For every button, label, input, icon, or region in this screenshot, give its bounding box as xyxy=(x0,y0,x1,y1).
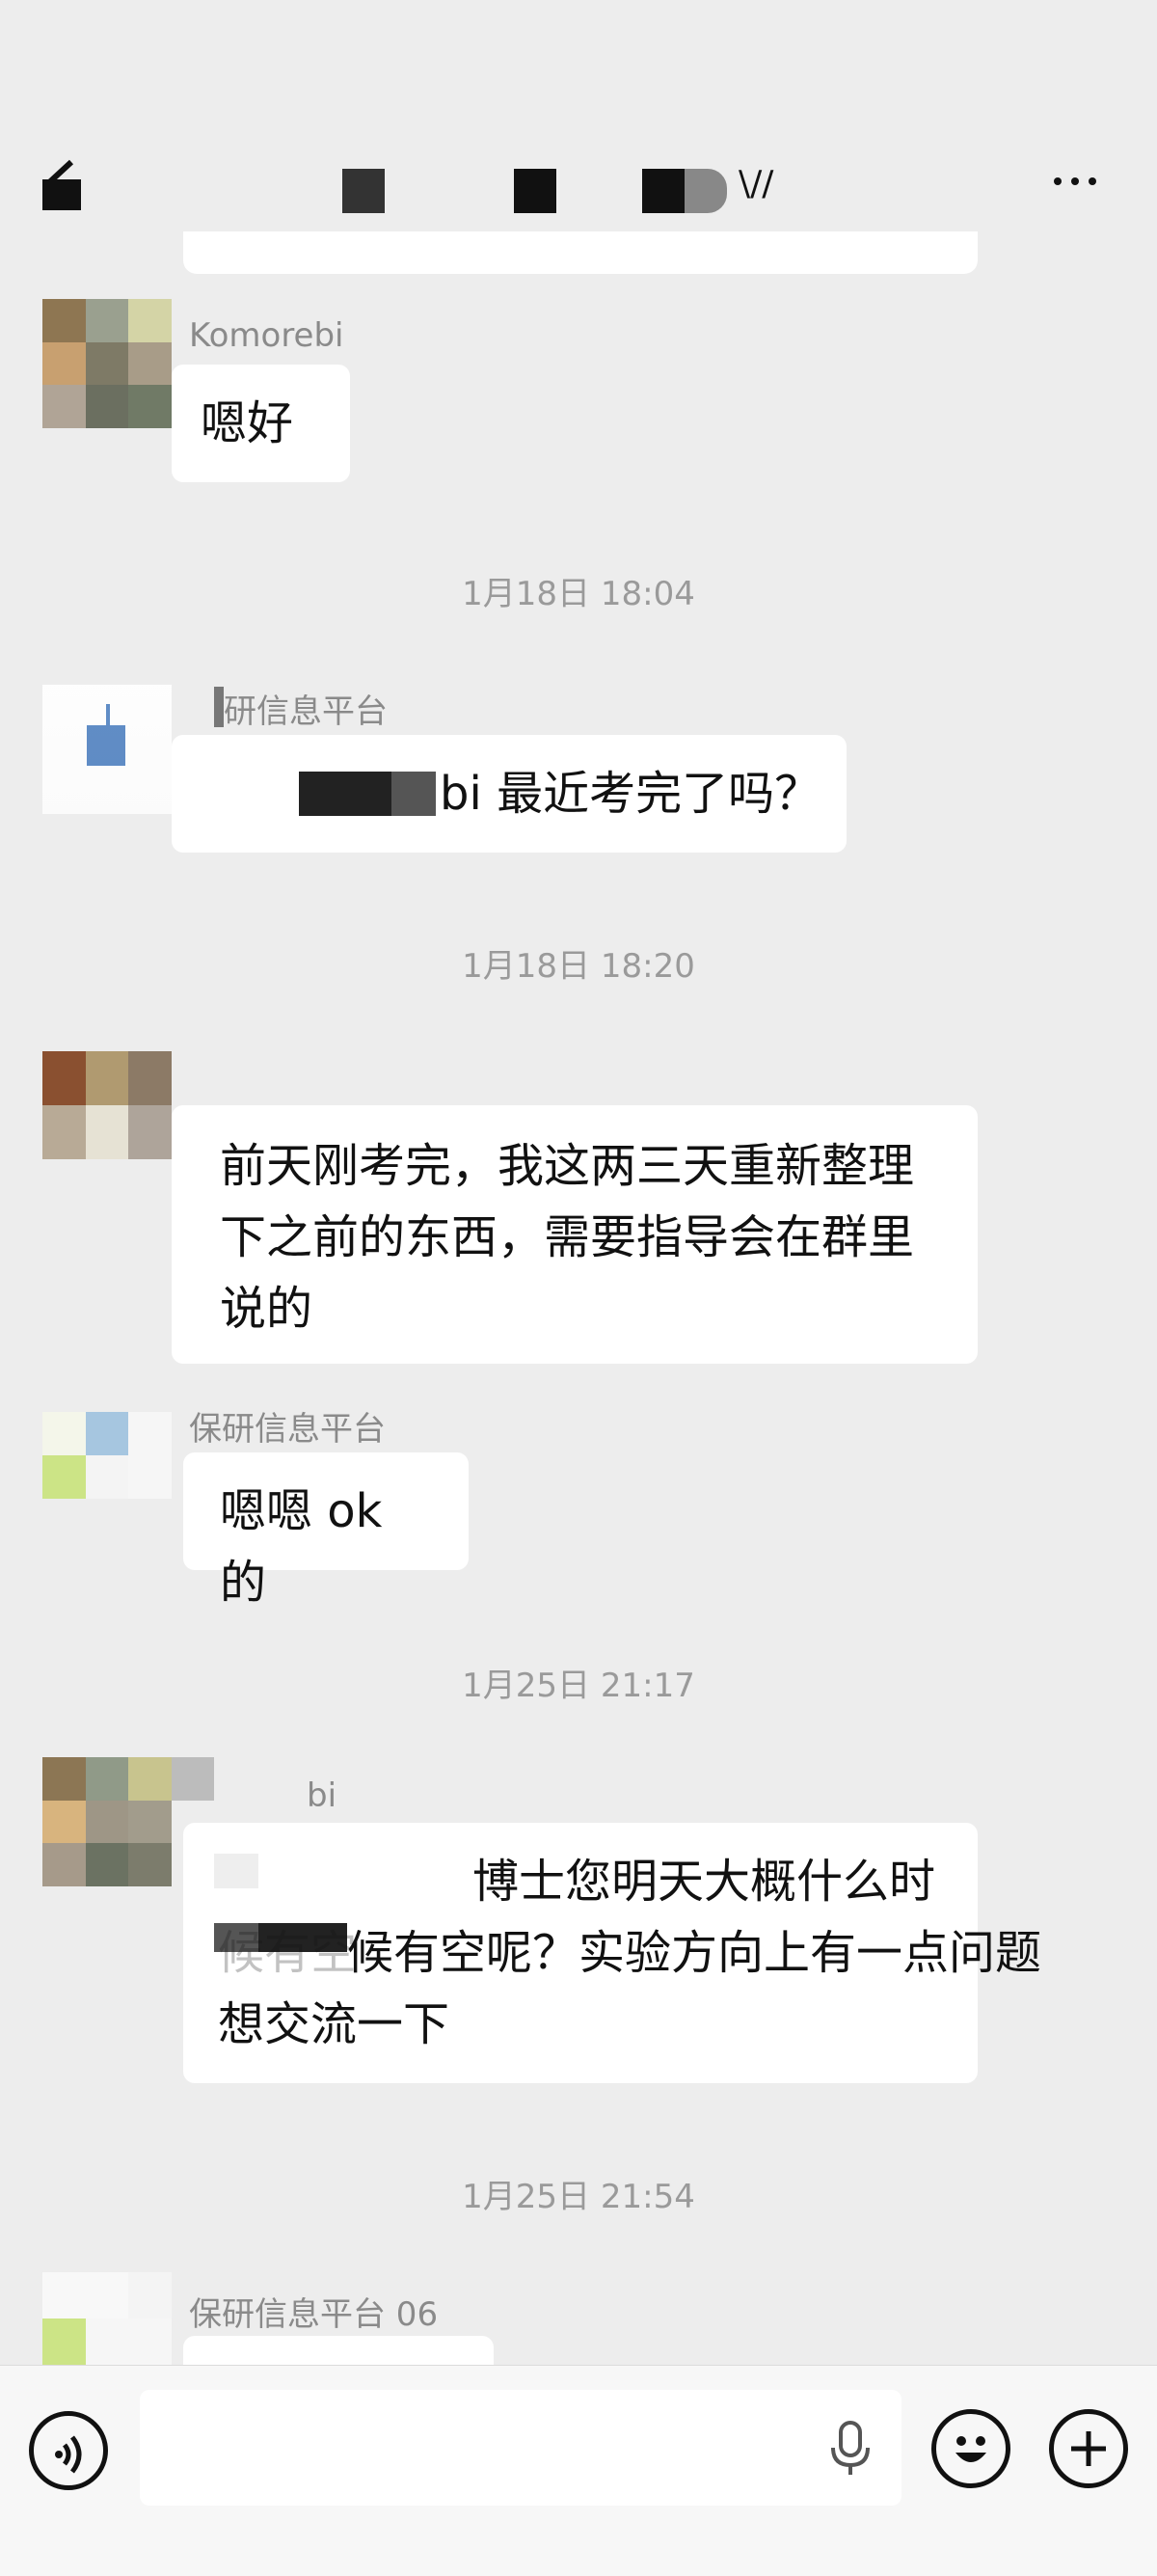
avatar[interactable] xyxy=(42,685,172,814)
message-line: 候有空呢？实验方向上有一点问题 xyxy=(347,1926,1042,1980)
avatar[interactable] xyxy=(42,1051,172,1159)
timestamp: 1月18日 18:20 xyxy=(462,947,695,986)
title-redaction xyxy=(342,169,385,213)
message-text: 嗯好 xyxy=(201,396,294,450)
sender-name: 保研信息平台 06 xyxy=(189,2295,439,2334)
message-bubble[interactable]: 嗯嗯 ok 的 xyxy=(183,1452,469,1610)
message-line: 想交流一下 xyxy=(218,1997,450,2051)
chat-header xyxy=(0,0,1157,251)
message-bubble[interactable]: 嗯好 xyxy=(172,365,350,482)
message-input[interactable] xyxy=(140,2390,901,2506)
emoji-icon[interactable] xyxy=(931,2409,1010,2488)
title-redaction xyxy=(685,169,727,213)
message-bubble[interactable]: 博士您明天大概什么时 候有空 候有空呢？实验方向上有一点问题 想交流一下 xyxy=(183,1823,1041,2083)
chat-title: \// xyxy=(739,164,774,203)
mic-icon[interactable] xyxy=(827,2419,874,2477)
redaction xyxy=(214,1854,258,1888)
sender-name: Komorebi xyxy=(189,316,344,355)
sender-name: 研信息平台 xyxy=(224,692,388,731)
sender-name: bi xyxy=(307,1776,337,1815)
redaction xyxy=(299,772,391,816)
message-text: bi 最近考完了吗？ xyxy=(440,767,821,821)
message-line: 说的 xyxy=(220,1282,313,1336)
avatar[interactable] xyxy=(42,1412,172,1499)
message-line: 博士您明天大概什么时 xyxy=(472,1855,936,1909)
message-line-obscured: 候有空 xyxy=(218,1926,358,1980)
title-redaction xyxy=(514,169,556,213)
message-bubble-partial xyxy=(183,231,978,274)
message-line: 下之前的东西，需要指导会在群里 xyxy=(220,1210,915,1264)
back-icon[interactable] xyxy=(39,156,93,214)
redaction xyxy=(391,772,436,816)
timestamp: 1月18日 18:04 xyxy=(462,575,695,613)
sender-name: 保研信息平台 xyxy=(189,1410,386,1449)
timestamp: 1月25日 21:54 xyxy=(462,2178,695,2216)
timestamp: 1月25日 21:17 xyxy=(462,1667,695,1705)
avatar[interactable] xyxy=(42,2272,172,2365)
avatar[interactable] xyxy=(42,299,172,428)
voice-icon[interactable] xyxy=(29,2411,108,2490)
plus-icon[interactable] xyxy=(1049,2409,1128,2488)
message-line: 前天刚考完，我这两三天重新整理 xyxy=(220,1139,915,1193)
more-icon[interactable] xyxy=(1041,162,1109,201)
message-bubble[interactable]: 前天刚考完，我这两三天重新整理 下之前的东西，需要指导会在群里 说的 xyxy=(172,1105,978,1364)
message-bubble[interactable]: bi 最近考完了吗？ xyxy=(172,735,847,853)
sender-redaction xyxy=(214,687,224,727)
message-text: 嗯嗯 ok 的 xyxy=(220,1484,383,1610)
title-redaction xyxy=(642,169,685,213)
